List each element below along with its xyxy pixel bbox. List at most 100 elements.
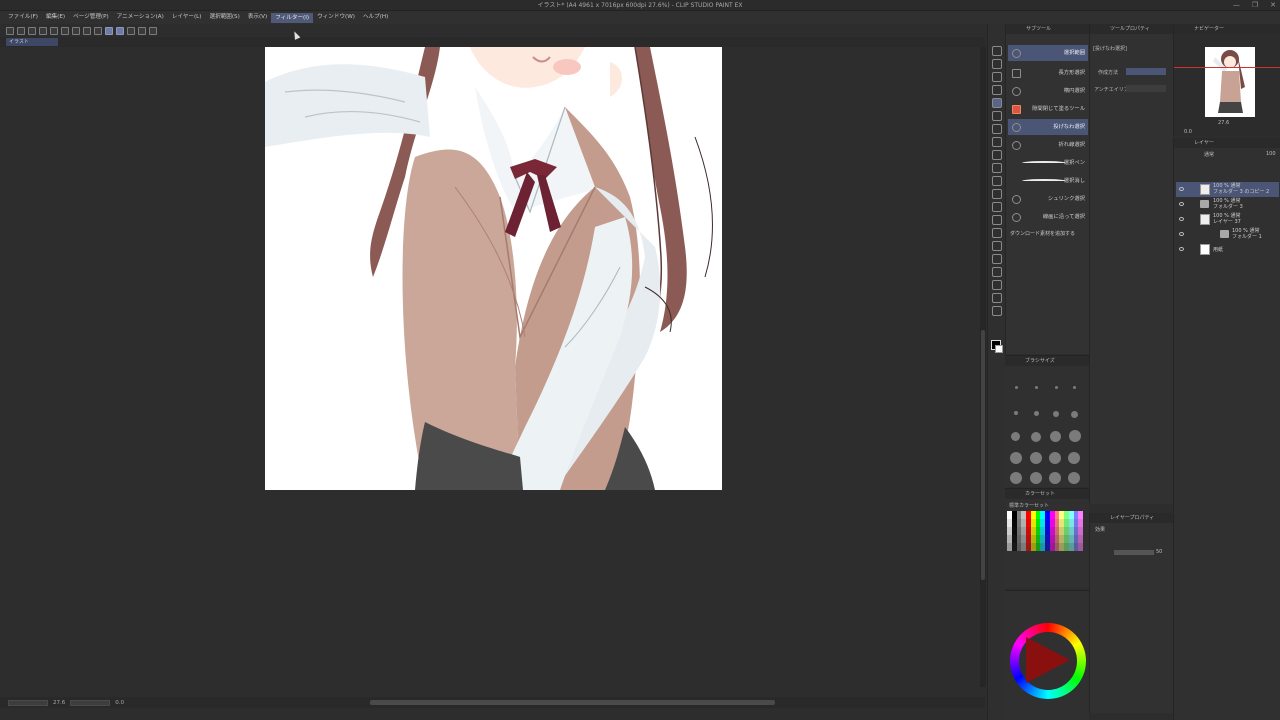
layer-row[interactable]: 100 % 通常 フォルダー 1: [1176, 227, 1279, 242]
brush-size-dot[interactable]: [1011, 432, 1020, 441]
layer-opacity-value[interactable]: 50: [1156, 549, 1162, 555]
subtool-item-9[interactable]: 線画に沿って選択: [1008, 209, 1088, 225]
subtool-item-8[interactable]: シュリンク選択: [1008, 191, 1088, 207]
maximize-button[interactable]: ❐: [1252, 0, 1258, 11]
transform-icon[interactable]: [94, 26, 102, 35]
brush-size-dot[interactable]: [1068, 452, 1080, 464]
pen-tool-icon[interactable]: [992, 124, 1002, 134]
subtool-item-5[interactable]: 折れ線選択: [1008, 137, 1088, 153]
eye-icon[interactable]: [1179, 247, 1184, 251]
link-icon[interactable]: [149, 26, 157, 35]
menu-file[interactable]: ファイル(F): [4, 11, 42, 24]
correct-line-tool-icon[interactable]: [992, 306, 1002, 316]
settings-icon[interactable]: [72, 26, 80, 35]
snap-grid-icon[interactable]: [127, 26, 135, 35]
app-icon[interactable]: [6, 26, 14, 35]
menu-animation[interactable]: アニメーション(A): [113, 11, 168, 24]
brush-size-dot[interactable]: [1034, 411, 1039, 416]
gradient-tool-icon[interactable]: [992, 228, 1002, 238]
color-swatch[interactable]: [1078, 535, 1083, 543]
navigator-zoom[interactable]: 27.6: [1218, 120, 1229, 126]
brush-size-dot[interactable]: [1053, 411, 1059, 417]
horizontal-scrollbar[interactable]: [370, 700, 775, 705]
brush-size-dot[interactable]: [1030, 472, 1042, 484]
menu-window[interactable]: ウィンドウ(W): [313, 11, 359, 24]
redo-icon[interactable]: [61, 26, 69, 35]
sub-color-icon[interactable]: [995, 345, 1003, 353]
angle-value[interactable]: 0.0: [115, 700, 124, 706]
subtool-item-3[interactable]: 隙間閉じて塗るツール: [1008, 101, 1088, 117]
brush-size-dot[interactable]: [1015, 386, 1018, 389]
brush-size-dot[interactable]: [1049, 452, 1061, 464]
color-swatch[interactable]: [1078, 543, 1083, 551]
eye-icon[interactable]: [1179, 187, 1184, 191]
balloon-tool-icon[interactable]: [992, 293, 1002, 303]
layer-row[interactable]: 100 % 通常 フォルダー 3: [1176, 197, 1279, 212]
subtool-item-1[interactable]: 長方形選択: [1008, 65, 1088, 81]
menu-help[interactable]: ヘルプ(H): [359, 11, 392, 24]
color-swatch[interactable]: [1078, 519, 1083, 527]
eye-icon[interactable]: [1179, 217, 1184, 221]
menu-edit[interactable]: 編集(E): [42, 11, 69, 24]
brush-size-dot[interactable]: [1068, 472, 1080, 484]
brush-size-dot[interactable]: [1071, 411, 1078, 418]
brush-tool-icon[interactable]: [992, 150, 1002, 160]
frame-tool-icon[interactable]: [992, 254, 1002, 264]
snap-special-ruler-icon[interactable]: [116, 26, 124, 35]
layer-row[interactable]: 100 % 通常 レイヤー 37: [1176, 212, 1279, 227]
brush-size-dot[interactable]: [1055, 386, 1058, 389]
zoom-value[interactable]: 27.6: [53, 700, 65, 706]
layer-row[interactable]: 用紙: [1176, 242, 1279, 257]
brush-size-dot[interactable]: [1035, 386, 1038, 389]
antialias-buttons[interactable]: [1126, 85, 1166, 92]
save-icon[interactable]: [39, 26, 47, 35]
menu-filter[interactable]: フィルター(I): [271, 13, 314, 23]
eye-icon[interactable]: [1179, 232, 1184, 236]
brush-size-dot[interactable]: [1050, 431, 1061, 442]
ruler-tool-icon[interactable]: [992, 267, 1002, 277]
zoom-slider[interactable]: [8, 699, 48, 706]
eraser-tool-icon[interactable]: [992, 189, 1002, 199]
figure-tool-icon[interactable]: [992, 241, 1002, 251]
brush-size-dot[interactable]: [1010, 472, 1022, 484]
creation-method-buttons[interactable]: [1126, 68, 1166, 75]
layer-opacity[interactable]: 100: [1266, 151, 1276, 157]
menu-view[interactable]: 表示(V): [244, 11, 271, 24]
zoom-tool-icon[interactable]: [992, 46, 1002, 56]
artboard[interactable]: [265, 47, 722, 490]
open-file-icon[interactable]: [28, 26, 36, 35]
minimize-button[interactable]: —: [1233, 0, 1240, 11]
operation-tool-icon[interactable]: [992, 85, 1002, 95]
vertical-scroll-thumb[interactable]: [981, 330, 985, 580]
brush-size-dot[interactable]: [1073, 386, 1076, 389]
fill-tool-icon[interactable]: [992, 215, 1002, 225]
text-tool-icon[interactable]: [992, 280, 1002, 290]
subtool-item-7[interactable]: 選択消し: [1008, 173, 1088, 189]
download-material-link[interactable]: ダウンロード素材を追加する: [1010, 230, 1075, 237]
move-tool-icon[interactable]: [992, 72, 1002, 82]
brush-size-dot[interactable]: [1030, 452, 1042, 464]
brush-size-dot[interactable]: [1049, 472, 1061, 484]
subtool-item-2[interactable]: 楕円選択: [1008, 83, 1088, 99]
blend-tool-icon[interactable]: [992, 202, 1002, 212]
brush-size-dot[interactable]: [1014, 411, 1018, 415]
brush-size-dot[interactable]: [1031, 432, 1041, 442]
menu-selection[interactable]: 選択範囲(S): [206, 11, 244, 24]
hand-tool-icon[interactable]: [992, 59, 1002, 69]
color-swatch[interactable]: [1078, 511, 1083, 519]
new-file-icon[interactable]: [17, 26, 25, 35]
rotate-slider[interactable]: [70, 699, 111, 706]
brush-size-dot[interactable]: [1010, 452, 1022, 464]
menu-layer[interactable]: レイヤー(L): [168, 11, 206, 24]
menu-page[interactable]: ページ管理(P): [69, 11, 113, 24]
document-tab[interactable]: イラスト: [6, 38, 58, 46]
device-icon[interactable]: [138, 26, 146, 35]
navigator-angle[interactable]: 0.0: [1184, 129, 1192, 135]
eyedropper-tool-icon[interactable]: [992, 111, 1002, 121]
eye-icon[interactable]: [1179, 202, 1184, 206]
color-swatch[interactable]: [1078, 527, 1083, 535]
color-triangle[interactable]: [1026, 637, 1070, 683]
undo-icon[interactable]: [50, 26, 58, 35]
colorset-name[interactable]: 標準カラーセット: [1009, 502, 1049, 509]
layer-row[interactable]: 100 % 通常 フォルダー 3 のコピー 2: [1176, 182, 1279, 197]
